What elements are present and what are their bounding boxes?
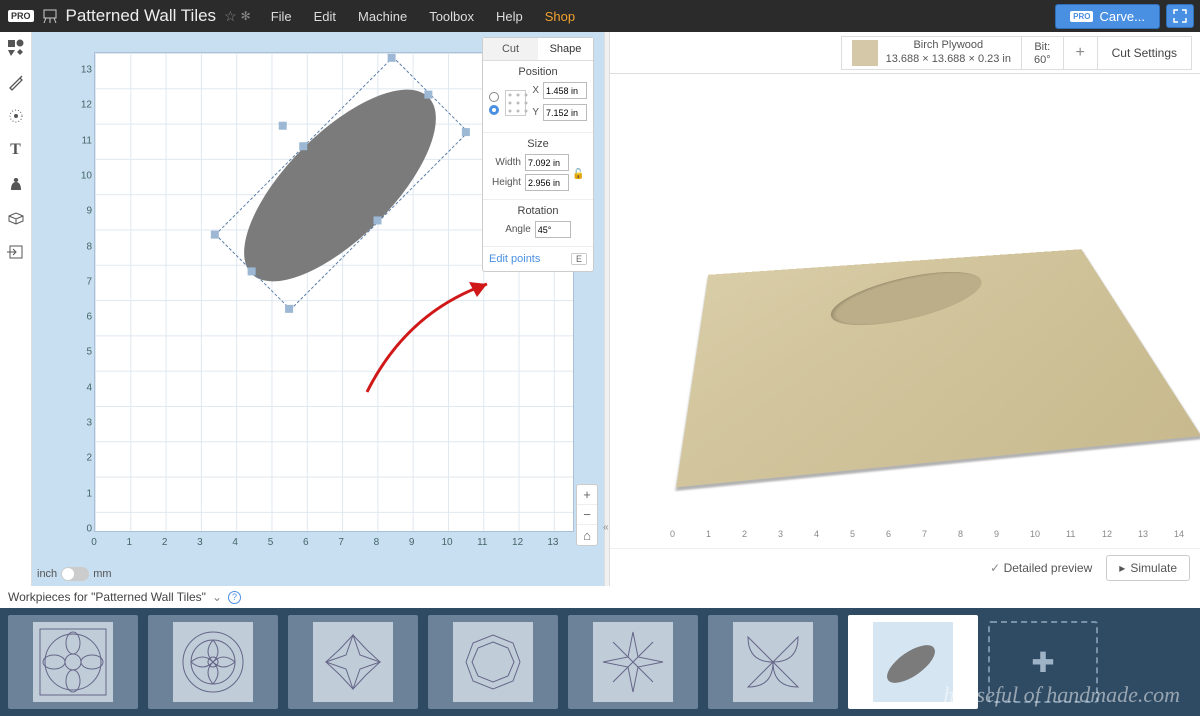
menu-machine[interactable]: Machine bbox=[358, 9, 407, 24]
preview-3d-viewport[interactable]: 01234567891011121314 bbox=[610, 74, 1200, 548]
menu-edit[interactable]: Edit bbox=[314, 9, 336, 24]
edit-points-shortcut: E bbox=[571, 253, 587, 265]
angle-input[interactable] bbox=[535, 221, 571, 238]
apps-tool-icon[interactable] bbox=[6, 174, 26, 194]
tab-cut[interactable]: Cut bbox=[483, 38, 538, 60]
zoom-controls: + − ⌂ bbox=[576, 484, 598, 546]
workpiece-2[interactable] bbox=[148, 615, 278, 709]
workpiece-4[interactable] bbox=[428, 615, 558, 709]
simulate-button[interactable]: ▸ Simulate bbox=[1106, 555, 1190, 581]
material-dims: 13.688 × 13.688 × 0.23 in bbox=[886, 53, 1011, 66]
menu-file[interactable]: File bbox=[271, 9, 292, 24]
menu-toolbox[interactable]: Toolbox bbox=[429, 9, 474, 24]
shapes-tool-icon[interactable] bbox=[6, 38, 26, 58]
fullscreen-button[interactable] bbox=[1166, 4, 1194, 28]
favorite-star-icon[interactable]: ☆ bbox=[224, 8, 237, 25]
watermark: houseful of handmade.com bbox=[944, 682, 1180, 708]
carve-button[interactable]: PRO Carve... bbox=[1055, 4, 1160, 29]
zoom-fit-button[interactable]: ⌂ bbox=[577, 525, 597, 545]
main-menu: File Edit Machine Toolbox Help Shop bbox=[271, 9, 575, 24]
position-heading: Position bbox=[489, 66, 587, 78]
add-bit-button[interactable]: + bbox=[1064, 36, 1098, 70]
preview-panel: Birch Plywood 13.688 × 13.688 × 0.23 in … bbox=[610, 32, 1200, 586]
menu-shop[interactable]: Shop bbox=[545, 9, 575, 24]
lock-aspect-icon[interactable]: 🔓 bbox=[572, 169, 584, 180]
settings-gear-icon[interactable]: ✻ bbox=[241, 9, 251, 23]
chevron-down-icon[interactable]: ⌄ bbox=[212, 590, 222, 604]
preview-workpiece bbox=[676, 249, 1200, 487]
design-canvas[interactable]: 131211109876543210 012345678910111213 in… bbox=[32, 32, 604, 586]
anchor-bottom[interactable] bbox=[489, 105, 499, 115]
workpiece-6[interactable] bbox=[708, 615, 838, 709]
preview-header: Birch Plywood 13.688 × 13.688 × 0.23 in … bbox=[610, 32, 1200, 74]
rotation-heading: Rotation bbox=[489, 205, 587, 217]
topbar: PRO Patterned Wall Tiles ☆ ✻ File Edit M… bbox=[0, 0, 1200, 32]
play-icon: ▸ bbox=[1119, 561, 1125, 575]
text-tool-icon[interactable]: T bbox=[6, 140, 26, 160]
ellipse-shape[interactable] bbox=[214, 60, 465, 311]
tab-shape[interactable]: Shape bbox=[538, 38, 593, 60]
detailed-preview-toggle[interactable]: Detailed preview bbox=[990, 561, 1092, 575]
import-tool-icon[interactable] bbox=[6, 242, 26, 262]
pen-tool-icon[interactable] bbox=[6, 72, 26, 92]
help-icon[interactable]: ? bbox=[228, 591, 241, 604]
left-toolbar: T bbox=[0, 32, 32, 586]
size-heading: Size bbox=[489, 138, 587, 150]
drill-tool-icon[interactable] bbox=[6, 106, 26, 126]
anchor-grid[interactable] bbox=[505, 90, 526, 116]
unit-toggle-switch[interactable] bbox=[61, 567, 89, 581]
lego-tool-icon[interactable] bbox=[6, 208, 26, 228]
project-title: Patterned Wall Tiles bbox=[66, 6, 217, 26]
zoom-in-button[interactable]: + bbox=[577, 485, 597, 505]
height-input[interactable] bbox=[525, 174, 569, 191]
workpiece-5[interactable] bbox=[568, 615, 698, 709]
material-swatch bbox=[852, 40, 878, 66]
material-name: Birch Plywood bbox=[886, 39, 1011, 52]
material-selector[interactable]: Birch Plywood 13.688 × 13.688 × 0.23 in bbox=[841, 36, 1022, 70]
easel-icon bbox=[42, 8, 58, 24]
collapse-icon[interactable]: « bbox=[603, 522, 609, 533]
shape-properties-panel: Cut Shape Position X Y bbox=[482, 37, 594, 272]
position-y-input[interactable] bbox=[543, 104, 587, 121]
cut-settings-button[interactable]: Cut Settings bbox=[1098, 36, 1192, 70]
workpiece-3[interactable] bbox=[288, 615, 418, 709]
pro-badge: PRO bbox=[8, 10, 34, 22]
carve-pro-tag: PRO bbox=[1070, 11, 1093, 22]
bit-selector[interactable]: Bit: 60° bbox=[1022, 36, 1064, 70]
edit-points-button[interactable]: Edit points E bbox=[483, 246, 593, 271]
position-x-input[interactable] bbox=[543, 82, 587, 99]
carve-label: Carve... bbox=[1099, 9, 1145, 24]
workpieces-label: Workpieces for "Patterned Wall Tiles" ⌄ … bbox=[0, 586, 1200, 608]
unit-toggle[interactable]: inch mm bbox=[37, 567, 112, 581]
preview-carved-ellipse bbox=[818, 262, 998, 337]
anchor-top[interactable] bbox=[489, 92, 499, 102]
menu-help[interactable]: Help bbox=[496, 9, 523, 24]
zoom-out-button[interactable]: − bbox=[577, 505, 597, 525]
workpiece-1[interactable] bbox=[8, 615, 138, 709]
width-input[interactable] bbox=[525, 154, 569, 171]
